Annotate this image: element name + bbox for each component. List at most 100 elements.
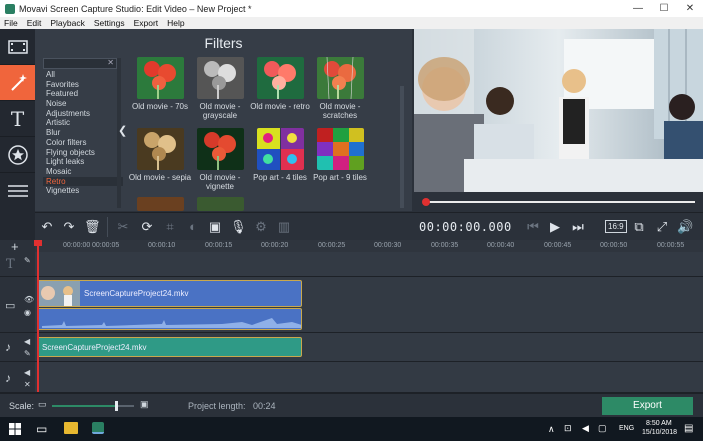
visibility-icon[interactable]: 👁 [24, 295, 34, 304]
movavi-taskbar-icon[interactable] [92, 422, 104, 434]
category-light-leaks[interactable]: Light leaks [43, 157, 123, 167]
clock-date[interactable]: 15/10/2018 [642, 429, 677, 436]
ruler-tick: 00:00:15 [205, 242, 233, 249]
task-view-icon[interactable]: ▭ [36, 422, 47, 436]
aspect-ratio-button[interactable]: 16:9 [605, 220, 627, 233]
filter-thumb-sepia[interactable] [137, 128, 184, 170]
category-artistic[interactable]: Artistic [43, 118, 123, 128]
menu-export[interactable]: Export [134, 18, 159, 28]
fullscreen-icon[interactable]: ⤢ [654, 219, 670, 235]
volume-icon[interactable]: 🔊 [677, 219, 693, 235]
clock-time[interactable]: 8:50 AM [646, 420, 672, 427]
filter-thumb-70s[interactable] [137, 57, 184, 99]
category-vignettes[interactable]: Vignettes [43, 186, 123, 196]
filter-thumb-partial[interactable] [197, 197, 244, 211]
notification-tray-icon[interactable]: ▢ [598, 423, 607, 434]
speaker-icon[interactable]: ◀ [24, 337, 30, 346]
category-flying-objects[interactable]: Flying objects [43, 148, 123, 158]
filter-thumb-scratches[interactable] [317, 57, 364, 99]
close-button[interactable]: ✕ [677, 0, 703, 17]
skip-back-icon[interactable]: ⏮ [525, 219, 541, 235]
category-retro[interactable]: Retro [43, 176, 123, 187]
color-adjust-icon[interactable]: ◐ [185, 219, 201, 235]
track-edit-icon[interactable]: ✎ [24, 349, 31, 358]
scale-slider[interactable] [52, 401, 134, 411]
playhead[interactable] [37, 240, 39, 392]
redo-icon[interactable]: ↷ [61, 219, 77, 235]
category-adjustments[interactable]: Adjustments [43, 109, 123, 119]
menu-file[interactable]: File [4, 18, 18, 28]
rotate-icon[interactable]: ⟳ [139, 219, 155, 235]
category-noise[interactable]: Noise [43, 99, 123, 109]
zoom-in-icon[interactable]: ▣ [140, 399, 149, 410]
undo-icon[interactable]: ↶ [39, 219, 55, 235]
menu-edit[interactable]: Edit [27, 18, 42, 28]
cut-icon[interactable]: ✂ [115, 219, 131, 235]
minimize-button[interactable]: — [625, 0, 651, 17]
delete-icon[interactable]: 🗑 [84, 219, 101, 235]
clear-search-icon[interactable]: ✕ [107, 58, 114, 67]
import-media-button[interactable] [0, 29, 35, 65]
category-all[interactable]: All [43, 70, 123, 80]
mute-toggle-icon[interactable]: ◉ [24, 308, 31, 317]
maximize-button[interactable]: ☐ [651, 0, 677, 17]
menu-playback[interactable]: Playback [50, 18, 85, 28]
category-blur[interactable]: Blur [43, 128, 123, 138]
skip-forward-icon[interactable]: ⏭ [570, 219, 586, 235]
filters-button[interactable] [0, 65, 35, 101]
video-track[interactable]: ScreenCaptureProject24.mkv [35, 277, 703, 333]
menu-help[interactable]: Help [167, 18, 184, 28]
title-track[interactable] [35, 252, 703, 277]
action-center-icon[interactable]: ▤ [684, 423, 693, 434]
microphone-icon[interactable]: 🎙 [230, 219, 247, 235]
progress-track[interactable] [424, 201, 695, 203]
menu-settings[interactable]: Settings [94, 18, 125, 28]
image-icon[interactable]: ▣ [207, 219, 223, 235]
filter-thumb-grayscale[interactable] [197, 57, 244, 99]
category-color-filters[interactable]: Color filters [43, 138, 123, 148]
category-mosaic[interactable]: Mosaic [43, 167, 123, 177]
category-featured[interactable]: Featured [43, 89, 123, 99]
audio-clip[interactable]: ScreenCaptureProject24.mkv [37, 337, 302, 357]
music-track[interactable] [35, 362, 703, 393]
filters-scrollbar[interactable] [400, 86, 404, 208]
file-explorer-icon[interactable] [64, 422, 78, 434]
collapse-arrow-icon[interactable]: ❮ [118, 124, 127, 137]
zoom-out-icon[interactable]: ▭ [38, 399, 47, 410]
filter-thumb-retro[interactable] [257, 57, 304, 99]
playback-progress[interactable] [414, 192, 703, 212]
volume-tray-icon[interactable]: ◀ [582, 423, 589, 434]
show-hidden-icons[interactable]: ∧ [548, 424, 555, 435]
network-icon[interactable]: ⊡ [564, 423, 572, 434]
filter-thumb-pop-art-9[interactable] [317, 128, 364, 170]
video-preview[interactable] [414, 29, 703, 192]
more-tools-button[interactable] [0, 173, 35, 209]
speaker-icon[interactable]: ◀ [24, 368, 30, 377]
crop-icon[interactable]: ⌗ [162, 219, 178, 235]
timeline-ruler[interactable]: 00:00:00 00:00:05 00:00:10 00:00:15 00:0… [35, 240, 703, 252]
progress-knob[interactable] [422, 198, 430, 206]
export-button[interactable]: Export [602, 397, 693, 415]
settings-gear-icon[interactable]: ⚙ [253, 219, 269, 235]
filter-thumb-pop-art-4[interactable] [257, 128, 304, 170]
language-indicator[interactable]: ENG [619, 425, 634, 432]
play-icon[interactable]: ▶ [547, 219, 563, 235]
filter-search-input[interactable]: ✕ [43, 58, 117, 69]
windows-start-icon[interactable] [9, 423, 21, 435]
scale-knob[interactable] [114, 401, 118, 411]
ruler-tick: 00:00:25 [318, 242, 346, 249]
project-length-value: 00:24 [253, 401, 276, 411]
playhead-handle[interactable] [34, 240, 42, 246]
stickers-button[interactable] [0, 137, 35, 173]
popout-icon[interactable]: ⧉ [631, 219, 647, 235]
category-favorites[interactable]: Favorites [43, 80, 123, 90]
video-audio-waveform[interactable] [37, 308, 302, 330]
video-clip[interactable]: ScreenCaptureProject24.mkv [37, 280, 302, 307]
track-mute-icon[interactable]: ✕ [24, 380, 31, 389]
titles-button[interactable]: T [0, 101, 35, 137]
filter-thumb-partial[interactable] [137, 197, 184, 211]
audio-track[interactable]: ScreenCaptureProject24.mkv [35, 333, 703, 362]
equalizer-icon[interactable]: ▥ [276, 219, 292, 235]
track-lock-icon[interactable]: ✎ [24, 256, 31, 265]
filter-thumb-vignette[interactable] [197, 128, 244, 170]
